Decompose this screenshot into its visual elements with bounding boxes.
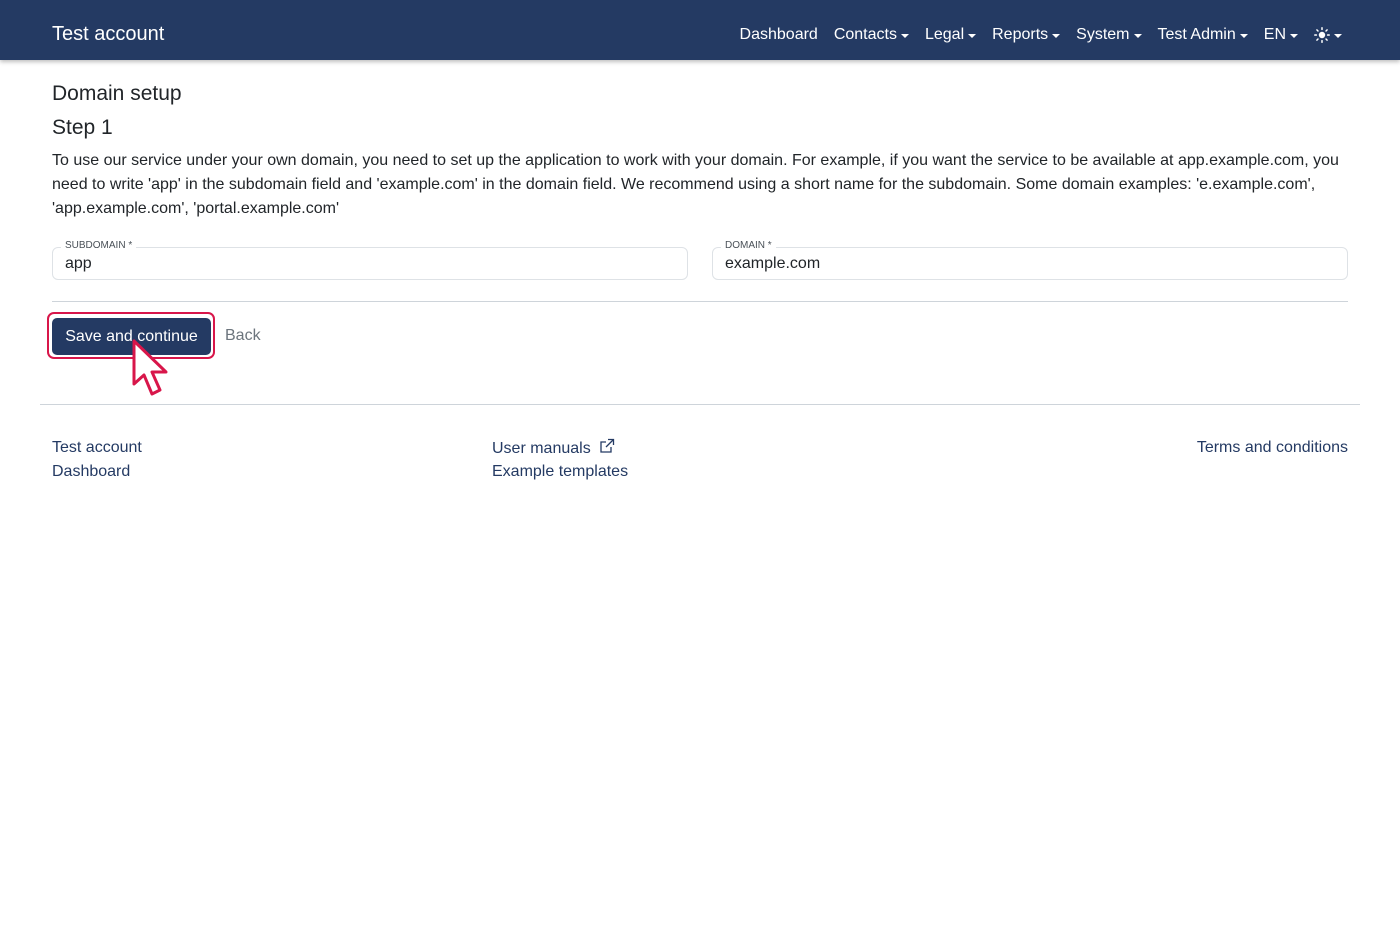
nav-reports[interactable]: Reports [992,24,1061,46]
nav-language[interactable]: EN [1264,24,1298,46]
nav-theme-toggle[interactable] [1314,27,1342,43]
footer-link-terms[interactable]: Terms and conditions [1197,438,1348,458]
pointer-cursor-icon [132,339,168,396]
caret-down-icon [1133,34,1142,38]
subdomain-label: SUBDOMAIN * [61,239,137,253]
page-title: Domain setup [52,82,182,105]
form-divider [52,301,1348,302]
brand-link[interactable]: Test account [52,22,164,46]
footer-link-user-manuals[interactable]: User manuals [492,438,615,459]
user-manuals-label: User manuals [492,440,591,457]
nav-system[interactable]: System [1076,24,1142,46]
domain-field: DOMAIN * [712,239,1348,280]
nav-legal-label: Legal [924,26,965,43]
nav-menu: Dashboard Contacts Legal Reports System … [724,24,1342,46]
nav-user-label: Test Admin [1157,26,1236,43]
footer-link-test-account[interactable]: Test account [52,438,142,458]
footer-link-example-templates[interactable]: Example templates [492,462,628,482]
caret-down-icon [968,34,977,38]
intro-text: To use our service under your own domain… [52,152,1339,217]
external-link-icon [600,438,615,453]
back-button[interactable]: Back [225,326,261,346]
nav-legal[interactable]: Legal [924,24,977,46]
subdomain-field: SUBDOMAIN * [52,239,688,280]
subdomain-input[interactable] [65,254,675,274]
nav-user-menu[interactable]: Test Admin [1158,24,1248,46]
nav-reports-label: Reports [992,26,1049,43]
nav-language-label: EN [1263,26,1286,43]
caret-down-icon [1052,34,1061,38]
footer-link-dashboard[interactable]: Dashboard [52,462,130,482]
domain-label: DOMAIN * [721,239,776,253]
nav-dashboard[interactable]: Dashboard [740,24,818,46]
top-navbar: Test account Dashboard Contacts Legal Re… [0,0,1400,60]
nav-dashboard-label: Dashboard [739,26,818,43]
footer-divider [40,404,1360,405]
caret-down-icon [900,34,909,38]
caret-down-icon [1290,34,1298,38]
step-title: Step 1 [52,116,113,139]
caret-down-icon [1239,34,1248,38]
caret-down-icon [1334,34,1342,38]
domain-input[interactable] [725,254,1335,274]
nav-contacts[interactable]: Contacts [834,24,909,46]
nav-contacts-label: Contacts [833,26,897,43]
sun-icon [1314,27,1330,43]
nav-system-label: System [1076,26,1130,43]
